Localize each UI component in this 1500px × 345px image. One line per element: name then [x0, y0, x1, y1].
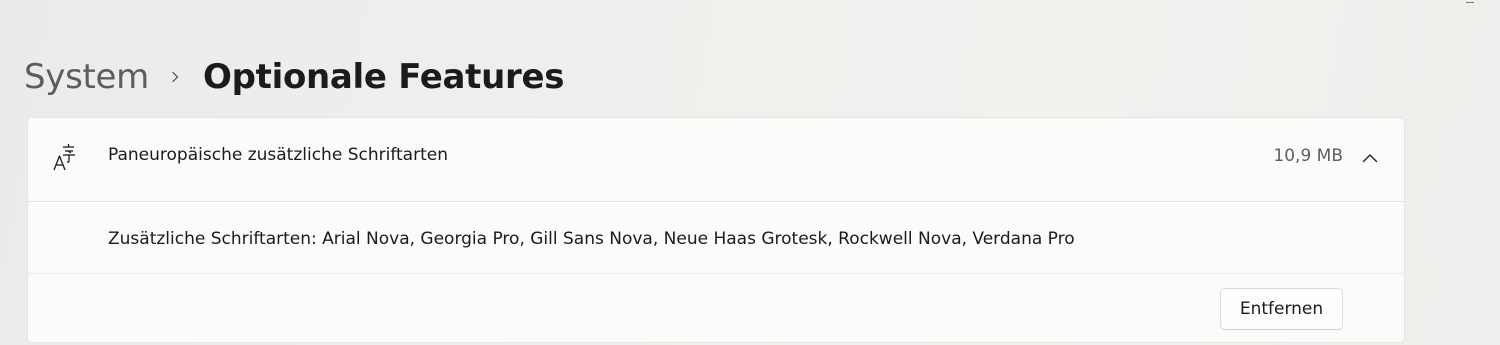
remove-button[interactable]: Entfernen	[1220, 288, 1343, 330]
feature-header-row[interactable]: Paneuropäische zusätzliche Schriftarten …	[28, 118, 1404, 202]
feature-size: 10,9 MB	[1273, 146, 1343, 166]
feature-details: Zusätzliche Schriftarten: Arial Nova, Ge…	[108, 229, 1075, 249]
breadcrumb: System Optionale Features	[24, 52, 564, 102]
page-title: Optionale Features	[203, 57, 565, 97]
chevron-up-icon	[1362, 148, 1378, 167]
font-language-icon	[52, 142, 76, 172]
breadcrumb-item-system[interactable]: System	[24, 57, 149, 97]
feature-card: Paneuropäische zusätzliche Schriftarten …	[27, 117, 1405, 343]
feature-name: Paneuropäische zusätzliche Schriftarten	[108, 145, 448, 165]
feature-details-row: Zusätzliche Schriftarten: Arial Nova, Ge…	[28, 202, 1404, 274]
chevron-right-icon	[169, 71, 181, 83]
collapse-button[interactable]	[1358, 145, 1382, 169]
window-control-fragment	[1466, 0, 1474, 3]
feature-actions-row: Entfernen	[28, 274, 1404, 342]
